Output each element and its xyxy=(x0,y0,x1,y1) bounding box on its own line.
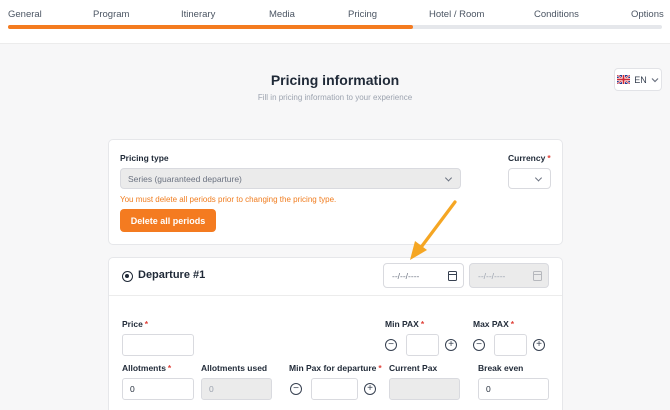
pricing-type-value: Series (guaranteed departure) xyxy=(128,173,242,184)
allotments-used-value: 0 xyxy=(209,384,214,394)
break-even-input[interactable]: 0 xyxy=(478,378,549,400)
departure-card: Departure #1 --/--/---- --/--/---- Price… xyxy=(108,257,563,410)
chevron-down-icon xyxy=(444,173,453,182)
language-code: EN xyxy=(634,74,647,85)
progress-steps: General Program Itinerary Media Pricing … xyxy=(0,0,670,44)
min-pax-departure-increment-button[interactable]: + xyxy=(364,383,376,395)
current-pax-input xyxy=(389,378,460,400)
price-input[interactable] xyxy=(122,334,194,356)
max-pax-decrement-button[interactable]: − xyxy=(473,339,485,351)
progress-track xyxy=(8,25,662,29)
progress-fill xyxy=(8,25,414,29)
end-date-placeholder: --/--/---- xyxy=(478,270,506,281)
step-program[interactable]: Program xyxy=(93,9,129,20)
calendar-icon xyxy=(533,271,542,281)
annotation-arrow-icon xyxy=(410,200,457,260)
page-subtitle: Fill in pricing information to your expe… xyxy=(257,93,413,102)
price-label: Price * xyxy=(122,319,149,329)
max-pax-increment-button[interactable]: + xyxy=(533,339,545,351)
departure-start-date-input[interactable]: --/--/---- xyxy=(383,263,464,288)
current-pax-label: Current Pax xyxy=(389,363,438,373)
step-general[interactable]: General xyxy=(8,9,42,20)
step-hotel-room[interactable]: Hotel / Room xyxy=(429,9,484,20)
departure-end-date-input[interactable]: --/--/---- xyxy=(469,263,549,288)
language-selector[interactable]: EN xyxy=(614,68,662,91)
allotments-used-input: 0 xyxy=(201,378,272,400)
min-pax-increment-button[interactable]: + xyxy=(445,339,457,351)
pricing-type-warning: You must delete all periods prior to cha… xyxy=(120,195,337,204)
pricing-type-select[interactable]: Series (guaranteed departure) xyxy=(120,168,461,189)
departure-header: Departure #1 --/--/---- --/--/---- xyxy=(109,258,562,296)
calendar-icon[interactable] xyxy=(448,271,457,281)
min-pax-label: Min PAX * xyxy=(385,319,425,329)
uk-flag-icon xyxy=(617,75,631,84)
chevron-down-icon xyxy=(651,77,659,82)
step-options[interactable]: Options xyxy=(631,9,664,20)
step-pricing[interactable]: Pricing xyxy=(348,9,377,20)
step-media[interactable]: Media xyxy=(269,9,295,20)
departure-radio[interactable] xyxy=(122,271,133,282)
min-pax-departure-input[interactable] xyxy=(311,378,358,400)
min-pax-departure-decrement-button[interactable]: − xyxy=(290,383,302,395)
step-conditions[interactable]: Conditions xyxy=(534,9,579,20)
currency-select[interactable] xyxy=(508,168,551,189)
allotments-input[interactable]: 0 xyxy=(122,378,194,400)
step-itinerary[interactable]: Itinerary xyxy=(181,9,215,20)
allotments-value: 0 xyxy=(130,384,135,394)
allotments-used-label: Allotments used xyxy=(201,363,268,373)
max-pax-input[interactable] xyxy=(494,334,527,356)
currency-label: Currency * xyxy=(508,153,551,163)
min-pax-input[interactable] xyxy=(406,334,439,356)
max-pax-label: Max PAX * xyxy=(473,319,515,329)
min-pax-decrement-button[interactable]: − xyxy=(385,339,397,351)
chevron-down-icon xyxy=(534,173,543,182)
start-date-placeholder: --/--/---- xyxy=(392,270,420,281)
break-even-label: Break even xyxy=(478,363,524,373)
pricing-type-label: Pricing type xyxy=(120,153,169,163)
break-even-value: 0 xyxy=(486,384,491,394)
min-pax-departure-label: Min Pax for departure * xyxy=(289,363,382,373)
departure-title: Departure #1 xyxy=(138,269,206,281)
delete-all-periods-button[interactable]: Delete all periods xyxy=(120,209,216,232)
page-title: Pricing information xyxy=(270,72,400,88)
allotments-label: Allotments * xyxy=(122,363,172,373)
pricing-type-card: Pricing type Series (guaranteed departur… xyxy=(108,139,563,245)
